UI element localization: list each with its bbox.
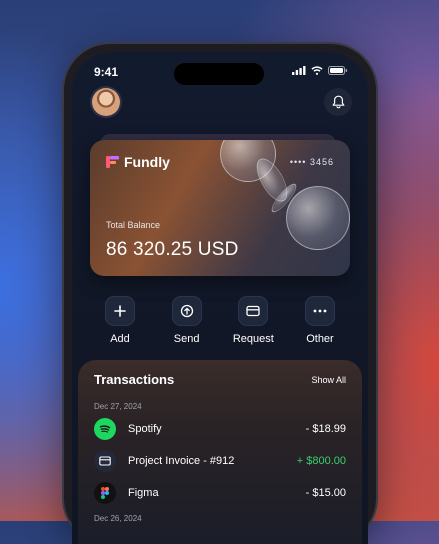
request-button[interactable]: Request (221, 296, 285, 345)
brand-name: Fundly (124, 154, 170, 170)
transactions-title: Transactions (94, 372, 175, 387)
action-icon-box (238, 296, 269, 326)
transaction-name: Figma (128, 487, 159, 499)
action-icon-box (304, 296, 335, 326)
transactions-header: Transactions Show All (94, 372, 346, 387)
transaction-name: Spotify (128, 423, 162, 435)
balance-card[interactable]: Fundly •••• 3456 Total Balance 86 320.25… (90, 140, 350, 276)
signal-icon (292, 66, 306, 75)
transaction-row[interactable]: Project Invoice - #912 + $800.00 (94, 450, 346, 472)
card-brand: Fundly (106, 154, 170, 170)
figma-icon (94, 482, 116, 504)
app-screen: 9:41 Fundly •••• 3456 Total Balance 86 3… (72, 52, 368, 544)
user-avatar[interactable] (92, 88, 120, 116)
request-label: Request (232, 333, 274, 345)
status-time: 9:41 (94, 65, 119, 79)
fundly-logo-icon (106, 156, 119, 168)
transactions-panel: Transactions Show All Dec 27, 2024 Spoti… (78, 360, 362, 544)
more-icon (313, 309, 327, 313)
date-header: Dec 26, 2024 (94, 514, 142, 523)
balance-value: 86 320.25 USD (106, 239, 239, 260)
transaction-amount: + $800.00 (296, 455, 346, 467)
transaction-name: Project Invoice - #912 (128, 455, 235, 467)
phone-frame: 9:41 Fundly •••• 3456 Total Balance 86 3… (64, 44, 376, 544)
add-label: Add (110, 333, 130, 345)
transaction-amount: - $15.00 (305, 487, 346, 499)
battery-icon (328, 66, 348, 75)
action-icon-box (171, 296, 202, 326)
transaction-amount: - $18.99 (305, 423, 346, 435)
balance-label: Total Balance (106, 220, 161, 230)
send-button[interactable]: Send (155, 296, 219, 345)
action-icon-box (105, 296, 135, 326)
status-bar: 9:41 (72, 52, 368, 88)
coin-decoration (286, 186, 350, 250)
spotify-icon (94, 418, 116, 440)
dynamic-island (174, 63, 264, 85)
other-label: Other (306, 333, 334, 345)
date-header: Dec 27, 2024 (94, 402, 142, 411)
status-icons (292, 66, 348, 75)
transaction-row[interactable]: Spotify - $18.99 (94, 418, 346, 440)
plus-icon (114, 305, 126, 317)
card-number: •••• 3456 (289, 157, 334, 167)
send-icon (180, 304, 193, 318)
wifi-icon (311, 66, 323, 75)
notifications-button[interactable] (324, 88, 352, 116)
card-icon (246, 305, 260, 317)
quick-actions: Add Send Request Other (88, 296, 352, 345)
show-all-link[interactable]: Show All (311, 375, 346, 385)
bell-icon (332, 95, 344, 109)
invoice-icon (94, 450, 116, 472)
transaction-row[interactable]: Figma - $15.00 (94, 482, 346, 504)
other-button[interactable]: Other (288, 296, 352, 345)
add-button[interactable]: Add (88, 296, 152, 345)
send-label: Send (173, 333, 200, 345)
